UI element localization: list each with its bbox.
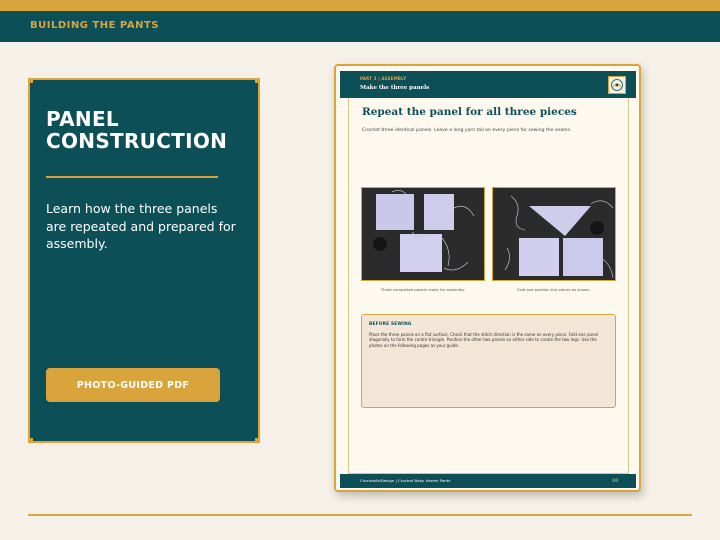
photo-caption: Three completed panels ready for assembl…: [380, 287, 466, 292]
document-intro: Crochet three identical panels. Leave a …: [362, 128, 572, 133]
document-subtitle: Make the three panels: [360, 85, 430, 91]
before-sewing-note: BEFORE SEWING Place the three panels on …: [361, 314, 616, 408]
corner-ornament: [28, 78, 33, 83]
section-label: BUILDING THE PANTS: [30, 20, 159, 31]
footer-text: CrochetArtDesign | Crochet Baby Harem Pa…: [360, 478, 451, 483]
three-panels-photo: [361, 187, 485, 281]
corner-ornament: [255, 78, 260, 83]
panel-description: Learn how the three panels are repeated …: [46, 201, 236, 251]
document-header: PART 3 | ASSEMBLY Make the three panels: [340, 71, 636, 98]
document-footer: CrochetArtDesign | Crochet Baby Harem Pa…: [340, 474, 636, 488]
bottom-divider: [28, 514, 692, 516]
page-number: 10: [612, 477, 618, 483]
corner-ornament: [255, 438, 260, 443]
photo-guided-pdf-button[interactable]: PHOTO-GUIDED PDF: [46, 368, 220, 402]
top-accent-stripe: [0, 0, 720, 11]
document-preview: PART 3 | ASSEMBLY Make the three panels …: [334, 64, 641, 492]
folded-panels-photo: [492, 187, 616, 281]
title-divider: [46, 176, 218, 178]
panel-card: PANEL CONSTRUCTION Learn how the three p…: [28, 78, 260, 443]
photo-caption: Fold and position the pieces as shown.: [517, 287, 591, 292]
document-heading: Repeat the panel for all three pieces: [362, 106, 577, 118]
corner-ornament: [28, 438, 33, 443]
part-label: PART 3 | ASSEMBLY: [360, 76, 407, 81]
panel-title: PANEL CONSTRUCTION: [46, 107, 228, 153]
note-text: Place the three panels on a flat surface…: [369, 332, 599, 348]
page-frame: [348, 96, 629, 474]
note-title: BEFORE SEWING: [369, 322, 412, 327]
brand-logo-icon: [608, 76, 626, 94]
